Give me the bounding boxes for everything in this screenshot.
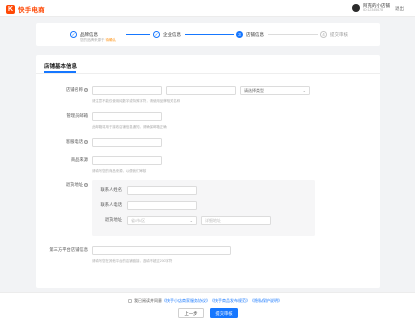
sales-channel-label: 商品来源 <box>70 157 88 162</box>
region-select[interactable]: 省/市/区 ⌄ <box>127 216 197 225</box>
step-shop-info: 3 店铺信息 <box>236 31 264 38</box>
chevron-down-icon: ⌄ <box>189 218 193 223</box>
section-title: 店铺基本信息 <box>44 64 78 70</box>
step-label: 提交审核 <box>330 32 348 37</box>
divider <box>36 72 380 74</box>
top-bar: K 快手电商 阿克的小店铺 ID:12345678 退出 <box>0 0 415 17</box>
step-connector <box>185 34 234 35</box>
help-icon[interactable]: ? <box>84 139 88 144</box>
return-address-label: 退货地址? <box>65 182 88 187</box>
sales-channel-input[interactable] <box>92 156 162 165</box>
agree-text: 我已阅读并同意 <box>134 298 162 303</box>
sales-channel-hint: 请填写您的商品来源，以便我们审核 <box>92 169 147 173</box>
check-icon: ✓ <box>153 31 160 38</box>
step-company-info: ✓ 企业信息 <box>153 31 181 38</box>
agreement: 我已阅读并同意 《快手小店商家服务协议》 《快手商品发布规范》 《隐私保护说明》 <box>128 298 282 304</box>
contact-name-input[interactable] <box>127 186 197 195</box>
step-number: 3 <box>236 31 243 38</box>
other-platform-input[interactable] <box>92 246 231 255</box>
shop-type-select[interactable]: 请选择类型 ⌄ <box>240 86 310 95</box>
shop-name-label: 店铺名称? <box>65 87 88 92</box>
manager-email-hint: 此邮箱将用于接收店铺信息通知，请确保邮箱正确 <box>92 125 167 129</box>
user-menu[interactable]: 阿克的小店铺 ID:12345678 <box>352 3 390 13</box>
agreement-link[interactable]: 《隐私保护说明》 <box>250 298 282 304</box>
help-icon[interactable]: ? <box>84 87 88 92</box>
step-connector <box>268 34 318 35</box>
manager-email-input[interactable] <box>92 112 162 121</box>
agreement-link[interactable]: 《快手小店商家服务协议》 <box>162 298 210 304</box>
return-addr-label: 退货地址 <box>104 217 122 222</box>
contact-name-label: 联系人姓名 <box>100 187 122 192</box>
step-label: 品牌信息 <box>80 32 98 37</box>
contact-phone-input[interactable] <box>92 138 162 147</box>
user-id: ID:12345678 <box>363 8 384 12</box>
step-label: 店铺信息 <box>246 32 264 37</box>
step-number: 4 <box>320 31 327 38</box>
step-submit-review: 4 提交审核 <box>320 31 348 38</box>
step-brand-info: ✓ 品牌信息 您的品牌来源于 待确认 <box>70 31 116 42</box>
kuaishou-logo-icon: K <box>6 4 15 14</box>
help-icon[interactable]: ? <box>84 182 88 187</box>
step-sub: 您的品牌来源于 待确认 <box>80 38 116 42</box>
agreement-link[interactable]: 《快手商品发布规范》 <box>210 298 250 304</box>
step-sub-text: 您的品牌来源于 <box>80 38 105 42</box>
step-connector <box>126 34 150 35</box>
logo[interactable]: K 快手电商 <box>6 4 45 14</box>
return-address-group: 联系人姓名 联系人电话 退货地址 省/市/区 ⌄ 详细地址 <box>92 180 315 236</box>
footer-bar: 我已阅读并同意 《快手小店商家服务协议》 《快手商品发布规范》 《隐私保护说明》… <box>0 292 415 323</box>
submit-button[interactable]: 提交审核 <box>210 308 238 318</box>
other-platform-label: 第三方平台店铺信息 <box>49 247 88 252</box>
agree-checkbox[interactable] <box>128 299 132 303</box>
contact-phone2-input[interactable] <box>127 201 197 210</box>
progress-steps: ✓ 品牌信息 您的品牌来源于 待确认 ✓ 企业信息 3 店铺信息 4 提交审核 <box>36 23 380 46</box>
chevron-down-icon: ⌄ <box>302 88 306 93</box>
other-platform-hint: 请填写您在其他平台的店铺链接，选填不超过200字符 <box>92 259 173 263</box>
contact-phone-label: 客服电话? <box>65 139 88 144</box>
prev-step-button[interactable]: 上一步 <box>178 308 204 318</box>
step-sub-warn: 待确认 <box>105 38 116 42</box>
shop-name-input[interactable] <box>92 86 162 95</box>
shop-info-form: 店铺基本信息 店铺名称? 请选择类型 ⌄ 请注意不能仅使用纯数字或特殊字符，请使… <box>36 55 380 288</box>
address-detail-input[interactable]: 详细地址 <box>201 216 271 225</box>
shop-name-suffix-input[interactable] <box>166 86 236 95</box>
logo-text: 快手电商 <box>18 7 45 14</box>
step-label: 企业信息 <box>163 32 181 37</box>
check-icon: ✓ <box>70 31 77 38</box>
avatar <box>352 4 360 12</box>
logout-link[interactable]: 退出 <box>395 6 404 12</box>
manager-email-label: 管理员邮箱 <box>66 113 88 118</box>
shop-name-hint: 请注意不能仅使用纯数字或特殊字符，请使用品牌相关名称 <box>92 99 181 103</box>
contact-phone2-label: 联系人电话 <box>100 202 122 207</box>
